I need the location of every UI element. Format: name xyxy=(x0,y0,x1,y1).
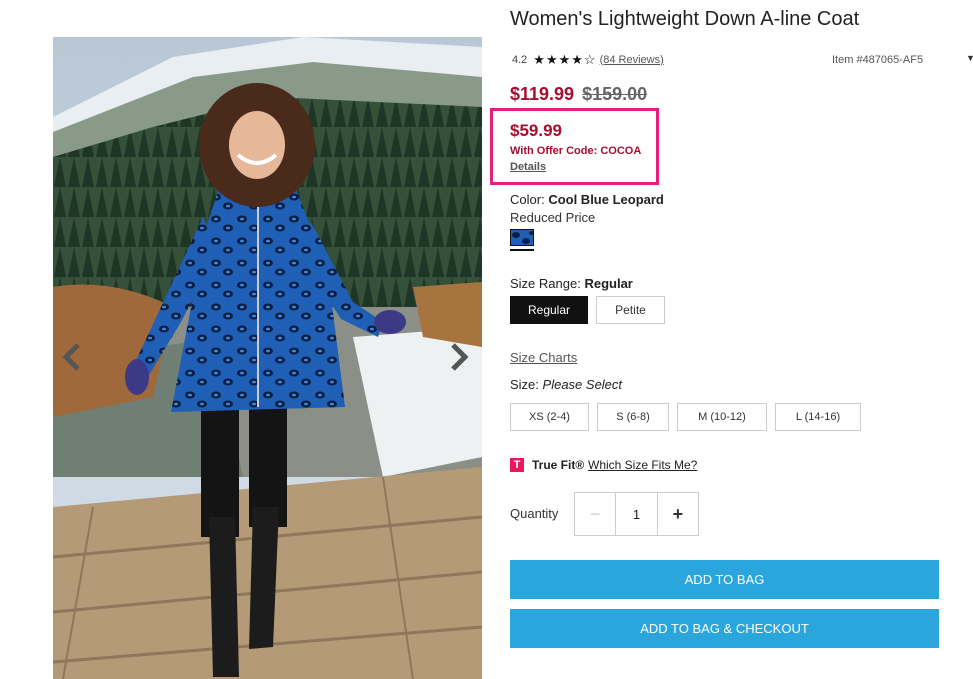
star-icon: ★ xyxy=(533,52,545,67)
offer-details-link[interactable]: Details xyxy=(510,161,546,173)
size-button-s[interactable]: S (6-8) xyxy=(597,403,669,431)
add-to-bag-button[interactable]: ADD TO BAG xyxy=(510,560,939,599)
star-icon: ★ xyxy=(558,52,571,67)
truefit-link[interactable]: Which Size Fits Me? xyxy=(588,458,697,472)
caret-down-icon[interactable]: ▼ xyxy=(966,53,973,63)
quantity-decrease-button[interactable]: − xyxy=(575,493,617,535)
size-charts-link[interactable]: Size Charts xyxy=(510,350,577,365)
size-label: Size: xyxy=(510,377,539,392)
size-range-regular-button[interactable]: Regular xyxy=(510,296,588,324)
color-value: Cool Blue Leopard xyxy=(548,192,664,207)
chevron-right-icon[interactable] xyxy=(447,340,471,374)
size-value: Please Select xyxy=(542,377,623,392)
swatch-selected-indicator xyxy=(510,249,534,251)
original-price: $159.00 xyxy=(582,84,648,104)
size-button-xs[interactable]: XS (2-4) xyxy=(510,403,589,431)
quantity-input[interactable]: 1 xyxy=(616,493,656,535)
product-title: Women's Lightweight Down A-line Coat xyxy=(510,8,860,30)
price-row: $119.99 $159.00 xyxy=(510,84,647,105)
size-button-m[interactable]: M (10-12) xyxy=(677,403,767,431)
reviews-link[interactable]: (84 Reviews) xyxy=(600,54,664,66)
rating-row: 4.2 ★ ★ ★ ★ ☆ (84 Reviews) xyxy=(512,53,664,66)
sale-price: $119.99 xyxy=(510,84,575,104)
size-range-value: Regular xyxy=(584,276,633,291)
offer-code-text: With Offer Code: COCOA xyxy=(510,145,642,157)
truefit-logo-icon: T xyxy=(510,458,524,472)
chevron-left-icon[interactable] xyxy=(60,340,84,374)
star-icon: ★ xyxy=(545,52,558,67)
product-image[interactable] xyxy=(53,37,482,679)
size-button-l[interactable]: L (14-16) xyxy=(775,403,861,431)
color-label: Color: xyxy=(510,192,545,207)
size-range-petite-button[interactable]: Petite xyxy=(596,296,665,324)
star-rating: ★ ★ ★ ★ ☆ xyxy=(533,53,596,66)
truefit-brand: True Fit® xyxy=(532,458,585,472)
size-row: Size: Please Select xyxy=(510,377,622,392)
quantity-stepper: − 1 + xyxy=(574,492,699,536)
quantity-label: Quantity xyxy=(510,506,559,521)
reduced-price-note: Reduced Price xyxy=(510,210,596,225)
color-swatch-cool-blue-leopard[interactable] xyxy=(510,229,534,246)
size-range-row: Size Range: Regular xyxy=(510,276,633,291)
star-empty-icon: ☆ xyxy=(583,52,596,67)
quantity-increase-button[interactable]: + xyxy=(656,493,698,535)
size-range-label: Size Range: xyxy=(510,276,581,291)
star-icon: ★ xyxy=(571,52,583,67)
offer-price: $59.99 xyxy=(510,121,562,140)
add-to-bag-checkout-button[interactable]: ADD TO BAG & CHECKOUT xyxy=(510,609,939,648)
rating-value: 4.2 xyxy=(512,53,528,66)
item-number: Item #487065-AF5 xyxy=(832,54,924,66)
color-row: Color: Cool Blue Leopard xyxy=(510,192,664,207)
